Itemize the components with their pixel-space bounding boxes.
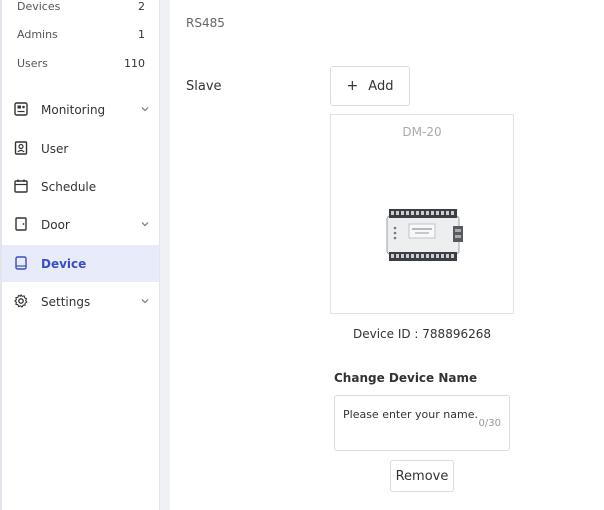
change-device-name-title: Change Device Name [334,371,478,385]
sidebar-item-label: Schedule [41,179,97,194]
stat-value: 2 [138,0,145,13]
sidebar-item-label: User [41,141,69,156]
sidebar-item-schedule[interactable]: Schedule [2,168,159,205]
stat-devices: Devices 2 [17,0,145,13]
stat-admins: Admins 1 [17,28,145,41]
remove-button-label: Remove [395,468,449,484]
device-id-text: Device ID : 788896268 [352,327,492,341]
chevron-down-icon [141,299,149,304]
chevron-down-icon [141,107,149,112]
plus-icon: + [346,78,359,94]
stat-users: Users 110 [17,57,145,70]
chevron-down-icon [141,222,149,227]
stat-label: Admins [17,28,58,41]
tablet-icon [15,256,27,270]
user-icon [14,141,28,155]
sidebar-item-door[interactable]: Door [2,206,159,243]
sidebar-item-label: Device [41,256,87,271]
gear-icon [14,294,28,308]
character-counter: 0/30 [478,418,501,429]
device-name-field[interactable]: Please enter your name. 0/30 [334,395,510,451]
device-card[interactable]: DM-20 [330,114,514,314]
door-icon [15,217,27,231]
sidebar-item-label: Settings [41,294,91,309]
monitor-icon [14,102,28,116]
slave-label: Slave [186,79,222,94]
sidebar-item-device[interactable]: Device [2,245,159,282]
sidebar-item-settings[interactable]: Settings [2,283,159,320]
sidebar-divider [159,0,170,510]
add-button-label: Add [368,78,394,94]
sidebar-item-label: Monitoring [41,102,106,117]
add-slave-button[interactable]: + Add [330,66,410,106]
sidebar-item-monitoring[interactable]: Monitoring [2,91,159,128]
device-model-title: DM-20 [402,125,442,139]
stat-value: 110 [124,57,145,70]
calendar-icon [14,179,28,193]
sidebar: Devices 2 Admins 1 Users 110 Monitoring … [2,0,159,510]
stat-value: 1 [138,28,145,41]
section-title-rs485: RS485 [186,16,225,30]
sidebar-item-user[interactable]: User [2,130,159,167]
stat-label: Devices [17,0,61,13]
device-image [386,209,463,261]
sidebar-item-label: Door [41,217,70,232]
stat-label: Users [17,57,48,70]
remove-button[interactable]: Remove [390,460,454,492]
device-name-placeholder: Please enter your name. [343,408,478,421]
